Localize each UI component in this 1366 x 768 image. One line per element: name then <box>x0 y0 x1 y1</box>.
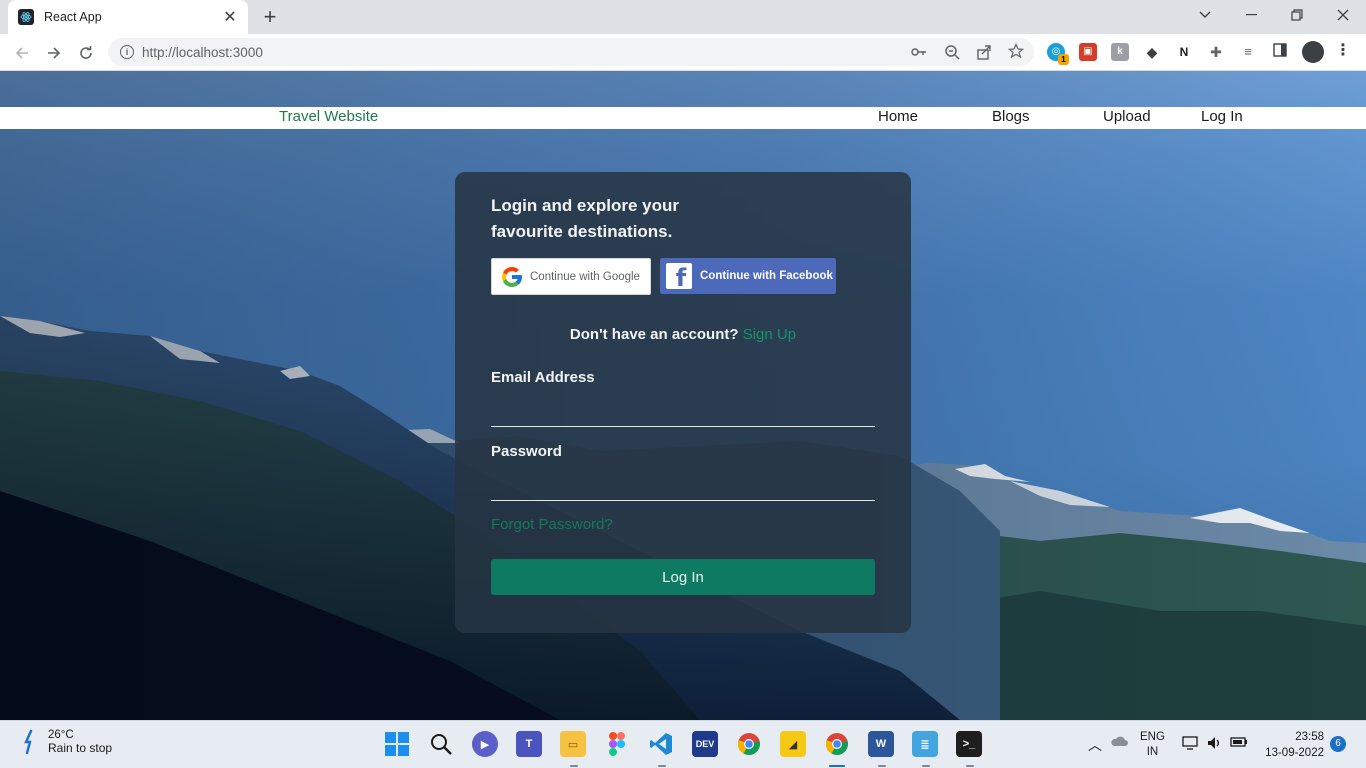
email-field[interactable] <box>491 397 875 427</box>
rain-drop-icon <box>24 729 33 755</box>
google-icon <box>502 266 522 287</box>
tray-overflow-chevron-icon[interactable]: ︿ <box>1088 735 1102 755</box>
weather-temperature: 26°C <box>48 729 74 741</box>
forgot-password-link[interactable]: Forgot Password? <box>491 516 613 533</box>
nav-home[interactable]: Home <box>878 108 918 125</box>
word-running-indicator <box>878 765 886 767</box>
extension-red-icon[interactable]: ▣ <box>1079 43 1097 61</box>
notification-badge[interactable]: 6 <box>1330 736 1346 752</box>
nav-login[interactable]: Log In <box>1201 108 1243 125</box>
vscode-running-indicator <box>658 765 666 767</box>
back-icon[interactable] <box>9 40 35 66</box>
chrome-active-icon[interactable] <box>824 731 850 757</box>
language-indicator[interactable]: ENG IN <box>1140 730 1165 760</box>
login-heading-line1: Login and explore your <box>491 196 679 215</box>
reload-icon[interactable] <box>73 40 99 66</box>
extension-k-icon[interactable]: k <box>1111 43 1129 61</box>
terminal-running-indicator <box>966 765 974 767</box>
profile-avatar[interactable] <box>1302 41 1324 63</box>
forward-icon[interactable] <box>41 40 67 66</box>
login-card: Login and explore your favourite destina… <box>455 172 911 633</box>
notepad-icon[interactable]: ≣ <box>912 731 938 757</box>
windows-taskbar: 26°C Rain to stop ▶ T ▭ DEV ◢ W ≣ >_ ︿ E… <box>0 720 1366 768</box>
terminal-icon[interactable]: >_ <box>956 731 982 757</box>
tab-react-app[interactable]: React App ✕ <box>8 0 248 34</box>
file-explorer-running-indicator <box>570 765 578 767</box>
weather-description: Rain to stop <box>48 741 113 755</box>
address-bar[interactable]: i http://localhost:3000 <box>108 38 1034 66</box>
network-icon[interactable] <box>1182 736 1198 753</box>
file-explorer-icon[interactable]: ▭ <box>560 731 586 757</box>
site-brand[interactable]: Travel Website <box>279 108 378 125</box>
facebook-login-label: Continue with Facebook <box>700 270 833 282</box>
react-favicon-icon <box>18 9 34 25</box>
word-icon[interactable]: W <box>868 731 894 757</box>
onedrive-icon[interactable] <box>1110 735 1128 750</box>
login-heading-line2: favourite destinations. <box>491 222 673 241</box>
facebook-login-button[interactable]: f Continue with Facebook <box>660 258 836 294</box>
language-region: IN <box>1146 746 1159 758</box>
email-label: Email Address <box>491 369 595 386</box>
password-field[interactable] <box>491 471 875 501</box>
volume-icon[interactable] <box>1206 735 1222 754</box>
minimize-icon[interactable] <box>1228 0 1274 30</box>
nav-upload[interactable]: Upload <box>1103 108 1151 125</box>
chrome-active-indicator <box>829 765 845 767</box>
restore-icon[interactable] <box>1274 0 1320 30</box>
battery-icon[interactable] <box>1230 736 1248 751</box>
share-icon[interactable] <box>976 44 992 60</box>
clock[interactable]: 23:58 13-09-2022 <box>1262 729 1324 761</box>
page-viewport: Travel Website Home Blogs Upload Log In … <box>0 71 1366 720</box>
side-panel-icon[interactable] <box>1271 43 1289 61</box>
extension-shield-icon[interactable]: ◆ <box>1143 43 1161 61</box>
new-tab-icon[interactable]: + <box>258 5 282 29</box>
devc-icon[interactable]: DEV <box>692 731 718 757</box>
tab-title: React App <box>44 10 102 24</box>
browser-toolbar: i http://localhost:3000 ◎ 1 ▣ k ◆ N ✚ ≡ … <box>0 34 1366 71</box>
weather-widget[interactable]: 26°C Rain to stop <box>20 729 112 755</box>
site-navbar: Travel Website Home Blogs Upload Log In <box>0 107 1366 129</box>
address-url[interactable]: http://localhost:3000 <box>142 45 263 60</box>
google-login-button[interactable]: Continue with Google <box>491 258 651 295</box>
teams-icon[interactable]: T <box>516 731 542 757</box>
key-icon[interactable] <box>911 44 927 60</box>
zoom-icon[interactable] <box>944 44 960 60</box>
search-icon[interactable] <box>428 731 454 757</box>
extensions-puzzle-icon[interactable]: ✚ <box>1207 43 1225 61</box>
vscode-icon[interactable] <box>648 731 674 757</box>
clock-time: 23:58 <box>1295 731 1324 743</box>
signup-link[interactable]: Sign Up <box>743 326 796 343</box>
tab-close-icon[interactable]: ✕ <box>222 7 238 27</box>
login-submit-button[interactable]: Log In <box>491 559 875 595</box>
tab-search-chevron-icon[interactable] <box>1182 0 1228 30</box>
tab-strip: React App ✕ + <box>0 0 1366 34</box>
nav-blogs[interactable]: Blogs <box>992 108 1030 125</box>
notepad-running-indicator <box>922 765 930 767</box>
signup-prompt: Don't have an account? Sign Up <box>455 326 911 343</box>
extension-n-icon[interactable]: N <box>1175 43 1193 61</box>
extension-badge: 1 <box>1058 54 1069 65</box>
bookmark-star-icon[interactable] <box>1007 42 1025 59</box>
no-account-text: Don't have an account? <box>569 326 739 343</box>
google-login-label: Continue with Google <box>530 270 640 283</box>
media-control-icon[interactable]: ≡ <box>1239 43 1257 61</box>
language-code: ENG <box>1140 731 1165 743</box>
password-label: Password <box>491 443 562 460</box>
chat-icon[interactable]: ▶ <box>472 731 498 757</box>
site-info-icon[interactable]: i <box>120 45 134 59</box>
figma-icon[interactable] <box>604 731 630 757</box>
login-heading: Login and explore your favourite destina… <box>491 193 711 245</box>
clock-date: 13-09-2022 <box>1265 747 1324 759</box>
facebook-icon: f <box>666 263 692 289</box>
browser-menu-icon[interactable]: ⋮ <box>1334 43 1352 61</box>
chrome-icon[interactable] <box>736 731 762 757</box>
start-icon[interactable] <box>384 731 410 757</box>
close-window-icon[interactable] <box>1320 0 1366 30</box>
sticky-notes-icon[interactable]: ◢ <box>780 731 806 757</box>
